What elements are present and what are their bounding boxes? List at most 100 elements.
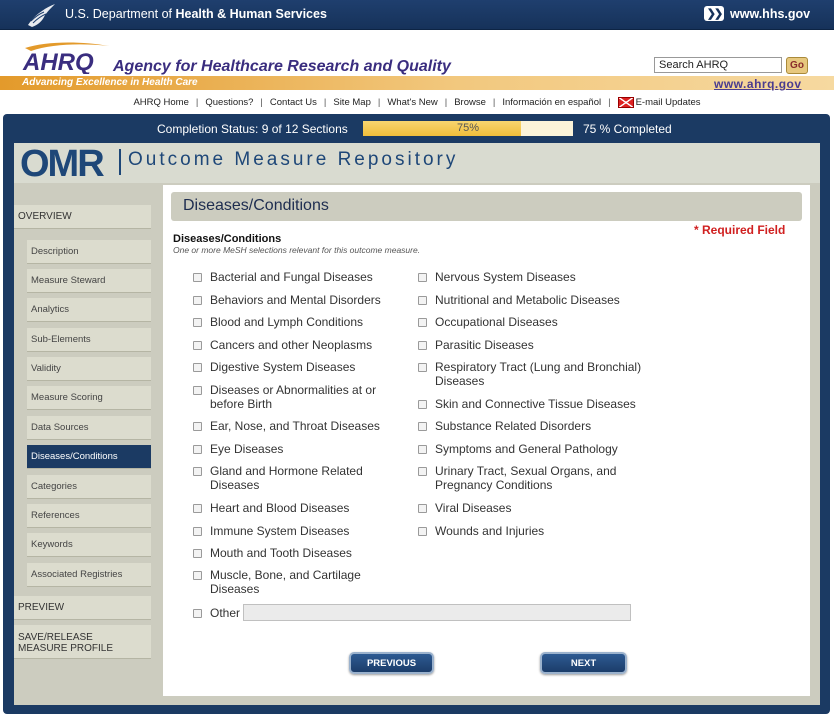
checkbox-box[interactable]: [418, 273, 427, 282]
sidebar-item-validity[interactable]: Validity: [27, 357, 151, 381]
checkbox-blood-lymph[interactable]: Blood and Lymph Conditions: [193, 315, 393, 329]
checkbox-substance[interactable]: Substance Related Disorders: [418, 419, 648, 433]
checkbox-nervous[interactable]: Nervous System Diseases: [418, 270, 648, 284]
checkbox-box[interactable]: [418, 318, 427, 327]
search-go-button[interactable]: Go: [786, 57, 808, 74]
checkbox-box[interactable]: [193, 445, 202, 454]
nav-questions[interactable]: Questions?: [205, 97, 253, 108]
checkbox-respiratory[interactable]: Respiratory Tract (Lung and Bronchial) D…: [418, 360, 648, 388]
checkbox-behaviors-mental[interactable]: Behaviors and Mental Disorders: [193, 293, 393, 307]
checkbox-mouth-tooth[interactable]: Mouth and Tooth Diseases: [193, 546, 393, 560]
nav-contact-us[interactable]: Contact Us: [270, 97, 317, 108]
checkbox-box[interactable]: [193, 609, 202, 618]
sidebar-item-references[interactable]: References: [27, 504, 151, 528]
checkbox-box[interactable]: [418, 504, 427, 513]
sidebar-save-release-line1: SAVE/RELEASE: [18, 632, 93, 643]
checkbox-label: Cancers and other Neoplasms: [210, 338, 373, 352]
ahrq-logo-text: AHRQ: [22, 49, 94, 74]
other-input[interactable]: [243, 604, 631, 621]
hhs-link-text: www.hhs.gov: [730, 6, 811, 21]
checkbox-nutritional-metabolic[interactable]: Nutritional and Metabolic Diseases: [418, 293, 648, 307]
checkbox-box[interactable]: [418, 363, 427, 372]
next-button[interactable]: NEXT: [540, 652, 627, 674]
checkbox-box[interactable]: [418, 467, 427, 476]
checkbox-skin-connective[interactable]: Skin and Connective Tissue Diseases: [418, 397, 648, 411]
sidebar-overview[interactable]: OVERVIEW: [14, 205, 151, 229]
sidebar-item-associated-registries[interactable]: Associated Registries: [27, 563, 151, 587]
omr-divider: [119, 149, 121, 175]
checkbox-label: Gland and Hormone Related Diseases: [210, 464, 363, 492]
checkbox-wounds-injuries[interactable]: Wounds and Injuries: [418, 524, 648, 538]
checkbox-box[interactable]: [193, 363, 202, 372]
checkbox-occupational[interactable]: Occupational Diseases: [418, 315, 648, 329]
omr-logo[interactable]: OMR: [20, 145, 105, 183]
checkbox-ear-nose-throat[interactable]: Ear, Nose, and Throat Diseases: [193, 419, 393, 433]
checkbox-box[interactable]: [418, 296, 427, 305]
email-icon[interactable]: [617, 96, 634, 108]
checkbox-parasitic[interactable]: Parasitic Diseases: [418, 338, 648, 352]
sidebar-item-measure-steward[interactable]: Measure Steward: [27, 269, 151, 293]
checkbox-muscle-bone[interactable]: Muscle, Bone, and Cartilage Diseases: [193, 568, 383, 596]
sidebar-item-keywords[interactable]: Keywords: [27, 533, 151, 557]
ahrq-logo[interactable]: AHRQ: [21, 42, 111, 74]
checkbox-other[interactable]: Other: [193, 606, 243, 620]
checkbox-label: Digestive System Diseases: [210, 360, 356, 374]
checkbox-box[interactable]: [193, 467, 202, 476]
checkbox-label: Other: [210, 606, 241, 620]
sidebar-item-sub-elements[interactable]: Sub-Elements: [27, 328, 151, 352]
checkbox-cancers-neoplasms[interactable]: Cancers and other Neoplasms: [193, 338, 393, 352]
ahrq-header: AHRQ Agency for Healthcare Research and …: [0, 30, 834, 91]
checkbox-box[interactable]: [193, 273, 202, 282]
checkbox-label: Occupational Diseases: [435, 315, 558, 329]
hhs-title[interactable]: U.S. Department of Health & Human Servic…: [65, 7, 327, 21]
checkbox-urinary-pregnancy[interactable]: Urinary Tract, Sexual Organs, and Pregna…: [418, 464, 633, 492]
search-input[interactable]: [654, 57, 782, 73]
checkbox-box[interactable]: [193, 571, 202, 580]
nav-whats-new[interactable]: What's New: [387, 97, 437, 108]
checkbox-box[interactable]: [418, 445, 427, 454]
checkbox-box[interactable]: [193, 527, 202, 536]
checkbox-box[interactable]: [193, 386, 202, 395]
checkbox-heart-blood[interactable]: Heart and Blood Diseases: [193, 501, 393, 515]
checkbox-box[interactable]: [193, 296, 202, 305]
checkbox-gland-hormone[interactable]: Gland and Hormone Related Diseases: [193, 464, 383, 492]
nav-informacion-espanol[interactable]: Información en español: [502, 97, 601, 108]
nav-site-map[interactable]: Site Map: [333, 97, 371, 108]
nav-ahrq-home[interactable]: AHRQ Home: [133, 97, 188, 108]
checkbox-bacterial-fungal[interactable]: Bacterial and Fungal Diseases: [193, 270, 393, 284]
sidebar-item-diseases-conditions[interactable]: Diseases/Conditions: [27, 445, 151, 469]
nav-browse[interactable]: Browse: [454, 97, 486, 108]
checkbox-symptoms[interactable]: Symptoms and General Pathology: [418, 442, 648, 456]
ahrq-url-link[interactable]: www.ahrq.gov: [714, 77, 802, 91]
checkbox-box[interactable]: [193, 341, 202, 350]
checkbox-box[interactable]: [193, 504, 202, 513]
content-header: Diseases/Conditions: [171, 192, 802, 221]
checkbox-digestive[interactable]: Digestive System Diseases: [193, 360, 393, 374]
sidebar-preview[interactable]: PREVIEW: [14, 596, 151, 620]
required-field-note: * Required Field: [694, 223, 786, 237]
checkbox-viral[interactable]: Viral Diseases: [418, 501, 648, 515]
omr-name: Outcome Measure Repository: [128, 149, 459, 170]
checkbox-eye[interactable]: Eye Diseases: [193, 442, 393, 456]
hhs-link[interactable]: ❯❯ www.hhs.gov: [704, 6, 810, 21]
checkbox-box[interactable]: [418, 341, 427, 350]
nav-email-updates[interactable]: E-mail Updates: [636, 97, 701, 108]
checkbox-label: Bacterial and Fungal Diseases: [210, 270, 373, 284]
checkbox-label: Blood and Lymph Conditions: [210, 315, 363, 329]
sidebar-item-categories[interactable]: Categories: [27, 475, 151, 499]
sidebar-item-description[interactable]: Description: [27, 240, 151, 264]
sidebar-item-analytics[interactable]: Analytics: [27, 298, 151, 322]
checkbox-box[interactable]: [418, 400, 427, 409]
sidebar-save-release[interactable]: SAVE/RELEASE MEASURE PROFILE: [14, 625, 151, 659]
checkbox-box[interactable]: [193, 318, 202, 327]
checkbox-box[interactable]: [418, 527, 427, 536]
sidebar-item-measure-scoring[interactable]: Measure Scoring: [27, 386, 151, 410]
checkbox-box[interactable]: [193, 549, 202, 558]
hhs-eagle-logo-icon[interactable]: [22, 1, 58, 29]
checkbox-abnormalities-birth[interactable]: Diseases or Abnormalities at or before B…: [193, 383, 388, 411]
sidebar-item-data-sources[interactable]: Data Sources: [27, 416, 151, 440]
previous-button[interactable]: PREVIOUS: [349, 652, 434, 674]
checkbox-immune[interactable]: Immune System Diseases: [193, 524, 393, 538]
checkbox-box[interactable]: [193, 422, 202, 431]
checkbox-box[interactable]: [418, 422, 427, 431]
